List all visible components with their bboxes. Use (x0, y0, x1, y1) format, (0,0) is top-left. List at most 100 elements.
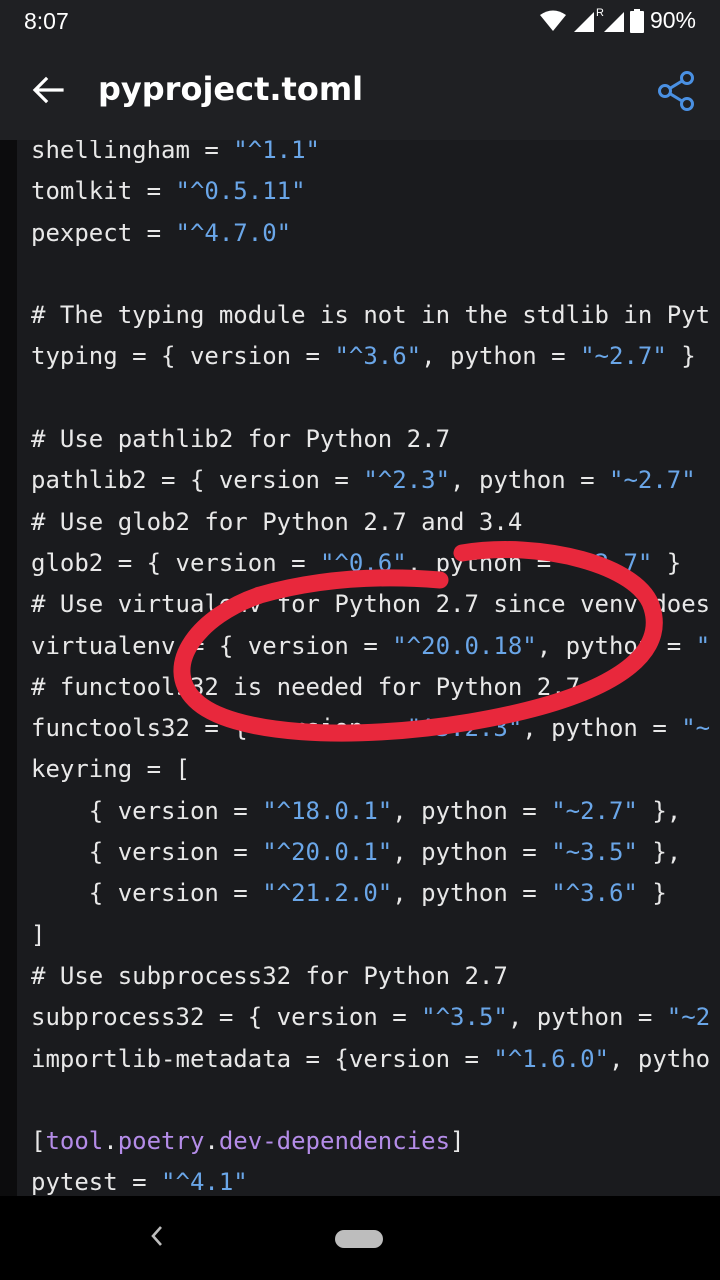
code-token: functools32 = { version = (31, 714, 407, 743)
code-line: functools32 = { version = "^3.2.3", pyth… (31, 708, 720, 749)
code-token: } (637, 879, 667, 908)
code-token: [ (31, 1127, 46, 1156)
string-token: "^1.6.0" (493, 1044, 609, 1073)
string-token: "~2.7" (551, 796, 638, 825)
cell-signal-icon (574, 11, 594, 32)
code-block: shellingham = "^1.1" tomlkit = "^0.5.11" p… (31, 140, 720, 1196)
battery-percent: 90% (649, 7, 696, 33)
app-bar: pyproject.toml (0, 42, 720, 140)
code-token: , pytho (608, 1044, 711, 1073)
code-line: # functools32 is needed for Python 2.7 (31, 667, 720, 708)
code-token: , python = (450, 466, 609, 495)
code-line: ] (31, 915, 720, 956)
string-token: "^18.0.1" (262, 796, 393, 825)
code-token: # Use glob2 for Python 2.7 and 3.4 (31, 507, 523, 536)
code-token: tomlkit = (31, 177, 176, 206)
code-token: typing = { version = (31, 342, 335, 371)
string-token: "~2.7" (580, 342, 667, 371)
code-viewer[interactable]: shellingham = "^1.1" tomlkit = "^0.5.11" p… (0, 140, 720, 1196)
code-token: } (652, 548, 682, 577)
cell-signal-roaming-icon (603, 11, 624, 32)
code-token: , python = (406, 548, 566, 577)
code-token: keyring = [ (31, 755, 190, 784)
string-token: " (695, 631, 711, 660)
code-line: glob2 = { version = "^0.6", python = "~2… (31, 543, 720, 584)
string-token: "~3.5" (551, 838, 638, 867)
code-line: # Use glob2 for Python 2.7 and 3.4 (31, 502, 720, 543)
wifi-icon (540, 10, 566, 31)
code-token: , python = (392, 796, 552, 825)
code-token: # The typing module is not in the stdlib… (31, 301, 711, 330)
status-icons: R 90% (540, 7, 696, 34)
string-token: "^20.0.1" (262, 838, 393, 867)
code-token: { version = (31, 879, 263, 908)
code-line: virtualenv = { version = "^20.0.18", pyt… (31, 626, 720, 667)
code-line: pytest = "^4.1" (31, 1162, 720, 1196)
code-line: subprocess32 = { version = "^3.5", pytho… (31, 997, 720, 1038)
arrow-left-icon[interactable] (30, 72, 66, 108)
code-line: { version = "^20.0.1", python = "~3.5" }… (31, 832, 720, 873)
home-pill[interactable] (335, 1230, 383, 1248)
string-token: "^20.0.18" (392, 631, 537, 660)
string-token: "^4.7.0" (175, 218, 292, 247)
code-token: pathlib2 = { version = (31, 466, 364, 495)
code-token: }, (637, 838, 682, 867)
code-token: . (204, 1127, 219, 1156)
status-bar: 8:07 R 90% (0, 0, 720, 42)
roaming-indicator: R (596, 6, 604, 19)
code-line: { version = "^21.2.0", python = "^3.6" } (31, 873, 720, 914)
code-line: tomlkit = "^0.5.11" (31, 171, 720, 212)
code-token: # functools32 is needed for Python 2.7 (31, 672, 581, 701)
string-token: "^1.1" (233, 140, 320, 164)
code-line: [tool.poetry.dev-dependencies] (31, 1121, 720, 1162)
string-token: "~ (681, 714, 711, 743)
string-token: "^3.2.3" (406, 714, 523, 743)
table-key-token: poetry (117, 1127, 205, 1156)
code-line: pexpect = "^4.7.0" (31, 213, 720, 254)
code-token: ] (450, 1127, 465, 1156)
string-token: "^4.1" (161, 1168, 248, 1196)
code-line: keyring = [ (31, 749, 720, 790)
string-token: "^0.5.11" (175, 177, 306, 206)
table-key-token: tool (45, 1127, 104, 1156)
code-line: shellingham = "^1.1" (31, 140, 720, 171)
code-token: importlib-metadata = {version = (31, 1044, 494, 1073)
code-line: pathlib2 = { version = "^2.3", python = … (31, 460, 720, 501)
code-token: , python = (522, 714, 682, 743)
code-token: pexpect = (31, 218, 176, 247)
code-token: subprocess32 = { version = (31, 1003, 422, 1032)
code-token: , python = (392, 879, 552, 908)
code-line: { version = "^18.0.1", python = "~2.7" }… (31, 791, 720, 832)
page-title: pyproject.toml (98, 70, 364, 108)
code-token: } (666, 342, 696, 371)
chevron-left-icon[interactable] (146, 1222, 168, 1250)
code-token: pytest = (31, 1168, 162, 1196)
code-token: { version = (31, 796, 263, 825)
string-token: "^3.5" (421, 1003, 508, 1032)
string-token: "^0.6" (319, 548, 407, 577)
string-token: "^3.6" (551, 879, 638, 908)
code-line: # Use virtualenv for Python 2.7 since ve… (31, 584, 720, 625)
code-token: # Use subprocess32 for Python 2.7 (31, 961, 508, 990)
code-token: shellingham = (31, 140, 234, 164)
string-token: "~2 (666, 1003, 711, 1032)
code-line: # Use subprocess32 for Python 2.7 (31, 956, 720, 997)
code-token: ] (31, 920, 46, 949)
code-token: }, (637, 796, 682, 825)
code-token: # Use virtualenv for Python 2.7 since ve… (31, 590, 711, 619)
string-token: "^21.2.0" (262, 879, 393, 908)
line-gutter (0, 140, 17, 1196)
share-icon[interactable] (656, 70, 698, 112)
string-token: "^3.6" (334, 342, 422, 371)
code-line: # The typing module is not in the stdlib… (31, 295, 720, 336)
code-token: , python = (392, 838, 552, 867)
code-token: , python = (536, 631, 696, 660)
string-token: "~2.7" (565, 548, 653, 577)
code-token: , python = (421, 342, 581, 371)
battery-icon (629, 8, 644, 33)
string-token: "^2.3" (363, 466, 451, 495)
code-token: glob2 = { version = (31, 548, 320, 577)
code-line: importlib-metadata = {version = "^1.6.0"… (31, 1039, 720, 1080)
